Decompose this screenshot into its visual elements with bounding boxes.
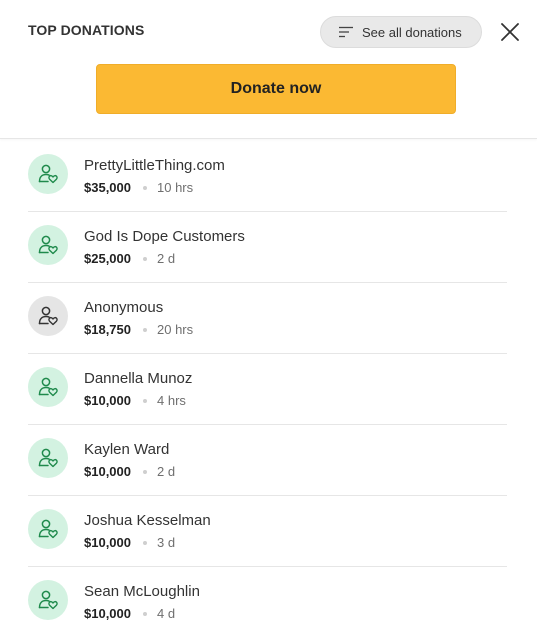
- donation-row: God Is Dope Customers $25,000 2 d: [28, 212, 507, 283]
- separator-dot: [143, 540, 147, 545]
- donation-meta: $10,000 3 d: [84, 535, 175, 550]
- panel-title: TOP DONATIONS: [28, 22, 145, 38]
- donation-time: 10 hrs: [157, 180, 194, 195]
- donation-amount: $10,000: [84, 393, 131, 408]
- donor-name: God Is Dope Customers: [84, 228, 245, 245]
- sort-lines-icon: [339, 26, 353, 38]
- donation-amount: $18,750: [84, 322, 131, 337]
- donor-avatar: [28, 438, 68, 478]
- donation-time: 4 hrs: [157, 393, 186, 408]
- donation-time: 2 d: [157, 251, 176, 266]
- donor-heart-icon: [38, 590, 58, 610]
- donation-time: 2 d: [157, 464, 176, 479]
- donation-amount: $35,000: [84, 180, 131, 195]
- donation-amount: $10,000: [84, 606, 131, 621]
- donor-name: Kaylen Ward: [84, 441, 170, 458]
- donation-time: 3 d: [157, 535, 176, 550]
- donation-row: Anonymous $18,750 20 hrs: [28, 283, 507, 354]
- donor-name: Anonymous: [84, 299, 164, 316]
- donation-row: PrettyLittleThing.com $35,000 10 hrs: [28, 141, 507, 212]
- separator-dot: [143, 398, 147, 403]
- separator-dot: [143, 327, 147, 332]
- donor-avatar: [28, 509, 68, 549]
- donor-heart-icon: [38, 164, 58, 184]
- donation-meta: $25,000 2 d: [84, 251, 175, 266]
- panel-header: TOP DONATIONS See all donations Donate n…: [0, 0, 537, 139]
- donation-meta: $18,750 20 hrs: [84, 322, 193, 337]
- donation-row: Joshua Kesselman $10,000 3 d: [28, 496, 507, 567]
- close-button[interactable]: [499, 21, 521, 43]
- donor-heart-icon: [38, 377, 58, 397]
- close-icon: [501, 23, 519, 41]
- donor-heart-icon: [38, 306, 58, 326]
- donate-now-button[interactable]: Donate now: [96, 64, 456, 114]
- donation-amount: $10,000: [84, 535, 131, 550]
- donation-meta: $10,000 4 hrs: [84, 393, 186, 408]
- donor-avatar: [28, 225, 68, 265]
- separator-dot: [143, 185, 147, 190]
- donation-row: Sean McLoughlin $10,000 4 d: [28, 567, 507, 626]
- donations-list: PrettyLittleThing.com $35,000 10 hrs God…: [0, 141, 537, 626]
- donor-avatar: [28, 154, 68, 194]
- separator-dot: [143, 611, 147, 616]
- donor-heart-icon: [38, 448, 58, 468]
- donor-avatar: [28, 367, 68, 407]
- donor-name: Dannella Munoz: [84, 370, 193, 387]
- donation-meta: $10,000 2 d: [84, 464, 175, 479]
- donor-avatar: [28, 296, 68, 336]
- separator-dot: [143, 256, 147, 261]
- top-donations-panel: TOP DONATIONS See all donations Donate n…: [0, 0, 537, 626]
- donation-meta: $35,000 10 hrs: [84, 180, 193, 195]
- donation-amount: $10,000: [84, 464, 131, 479]
- see-all-donations-button[interactable]: See all donations: [320, 16, 482, 48]
- donation-row: Dannella Munoz $10,000 4 hrs: [28, 354, 507, 425]
- separator-dot: [143, 469, 147, 474]
- donor-name: PrettyLittleThing.com: [84, 157, 225, 174]
- donor-heart-icon: [38, 235, 58, 255]
- donor-name: Joshua Kesselman: [84, 512, 211, 529]
- donation-time: 20 hrs: [157, 322, 194, 337]
- donation-amount: $25,000: [84, 251, 131, 266]
- donor-avatar: [28, 580, 68, 620]
- donation-meta: $10,000 4 d: [84, 606, 175, 621]
- donation-time: 4 d: [157, 606, 176, 621]
- donor-heart-icon: [38, 519, 58, 539]
- donor-name: Sean McLoughlin: [84, 583, 200, 600]
- donation-row: Kaylen Ward $10,000 2 d: [28, 425, 507, 496]
- see-all-donations-label: See all donations: [362, 24, 462, 40]
